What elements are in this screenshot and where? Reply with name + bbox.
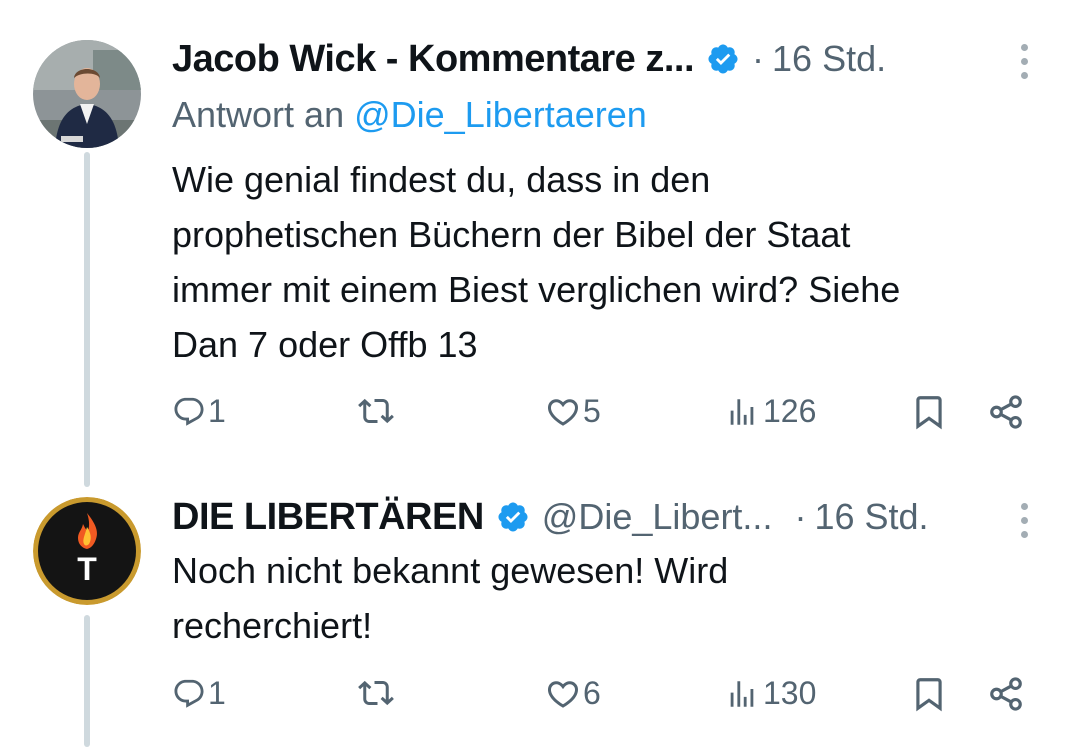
tweet-actions: 1 5 126 [172, 393, 1032, 443]
author-name[interactable]: DIE LIBERTÄREN [172, 496, 484, 539]
like-icon [547, 398, 579, 426]
separator-dot: · [752, 38, 765, 79]
reply-to-handle-link[interactable]: @Die_Libertaeren [354, 94, 647, 135]
tweet-text-line: Noch nicht bekannt gewesen! Wird [172, 550, 729, 591]
reply-button[interactable]: 1 [172, 675, 226, 712]
bookmark-icon [916, 678, 942, 712]
tweet-text-line: immer mit einem Biest verglichen wird? S… [172, 269, 901, 310]
repost-button[interactable] [358, 675, 396, 711]
views-button[interactable]: 126 [725, 393, 816, 430]
share-icon [990, 395, 1022, 429]
reply-count: 1 [208, 675, 226, 711]
views-button[interactable]: 130 [725, 675, 816, 712]
reply-context: Antwort an @Die_Libertaeren [172, 94, 647, 136]
repost-icon [358, 680, 394, 706]
thread-connector-line [84, 152, 90, 487]
bookmark-button[interactable] [910, 675, 948, 713]
bookmark-icon [916, 396, 942, 430]
author-name[interactable]: Jacob Wick - Kommentare z... [172, 38, 695, 81]
like-button[interactable]: 5 [545, 393, 601, 430]
timestamp[interactable]: 16 Std. [814, 496, 928, 538]
like-icon [547, 680, 579, 708]
repost-icon [358, 398, 394, 424]
share-icon [990, 677, 1022, 711]
tweet-text: Noch nicht bekannt gewesen! Wird recherc… [172, 543, 728, 653]
reply-icon [174, 397, 204, 426]
bookmark-button[interactable] [910, 393, 948, 431]
separator-dot: · [794, 496, 807, 537]
author-handle[interactable]: @Die_Libert... [542, 496, 773, 538]
thread-connector-line [84, 615, 90, 747]
like-count: 6 [583, 675, 601, 711]
verified-badge-icon [496, 500, 530, 534]
avatar[interactable] [33, 40, 141, 148]
share-button[interactable] [987, 675, 1025, 713]
share-button[interactable] [987, 393, 1025, 431]
like-button[interactable]: 6 [545, 675, 601, 712]
reply-count: 1 [208, 393, 226, 429]
repost-button[interactable] [358, 393, 396, 429]
avatar-letter: T [77, 551, 97, 587]
views-icon [730, 680, 754, 707]
tweet-text-line: Dan 7 oder Offb 13 [172, 324, 478, 365]
reply-button[interactable]: 1 [172, 393, 226, 430]
tweet-text-line: prophetischen Büchern der Bibel der Staa… [172, 214, 851, 255]
avatar[interactable]: T [33, 497, 141, 605]
views-count: 126 [763, 393, 817, 429]
tweet-header: DIE LIBERTÄREN @Die_Libert... · 16 Std. [172, 494, 929, 540]
like-count: 5 [583, 393, 601, 429]
reply-icon [174, 679, 204, 708]
more-options-icon[interactable] [1021, 503, 1028, 538]
views-icon [730, 398, 754, 425]
tweet-header: Jacob Wick - Kommentare z... · 16 Std. [172, 36, 886, 82]
tweet-actions: 1 6 130 [172, 675, 1032, 725]
reply-to-label: Antwort an [172, 94, 345, 135]
verified-badge-icon [706, 42, 740, 76]
tweet-text-line: Wie genial findest du, dass in den [172, 159, 711, 200]
timestamp[interactable]: 16 Std. [772, 38, 886, 80]
tweet-text: Wie genial findest du, dass in den proph… [172, 152, 900, 372]
views-count: 130 [763, 675, 817, 711]
tweet-text-line: recherchiert! [172, 605, 373, 646]
more-options-icon[interactable] [1021, 44, 1028, 79]
